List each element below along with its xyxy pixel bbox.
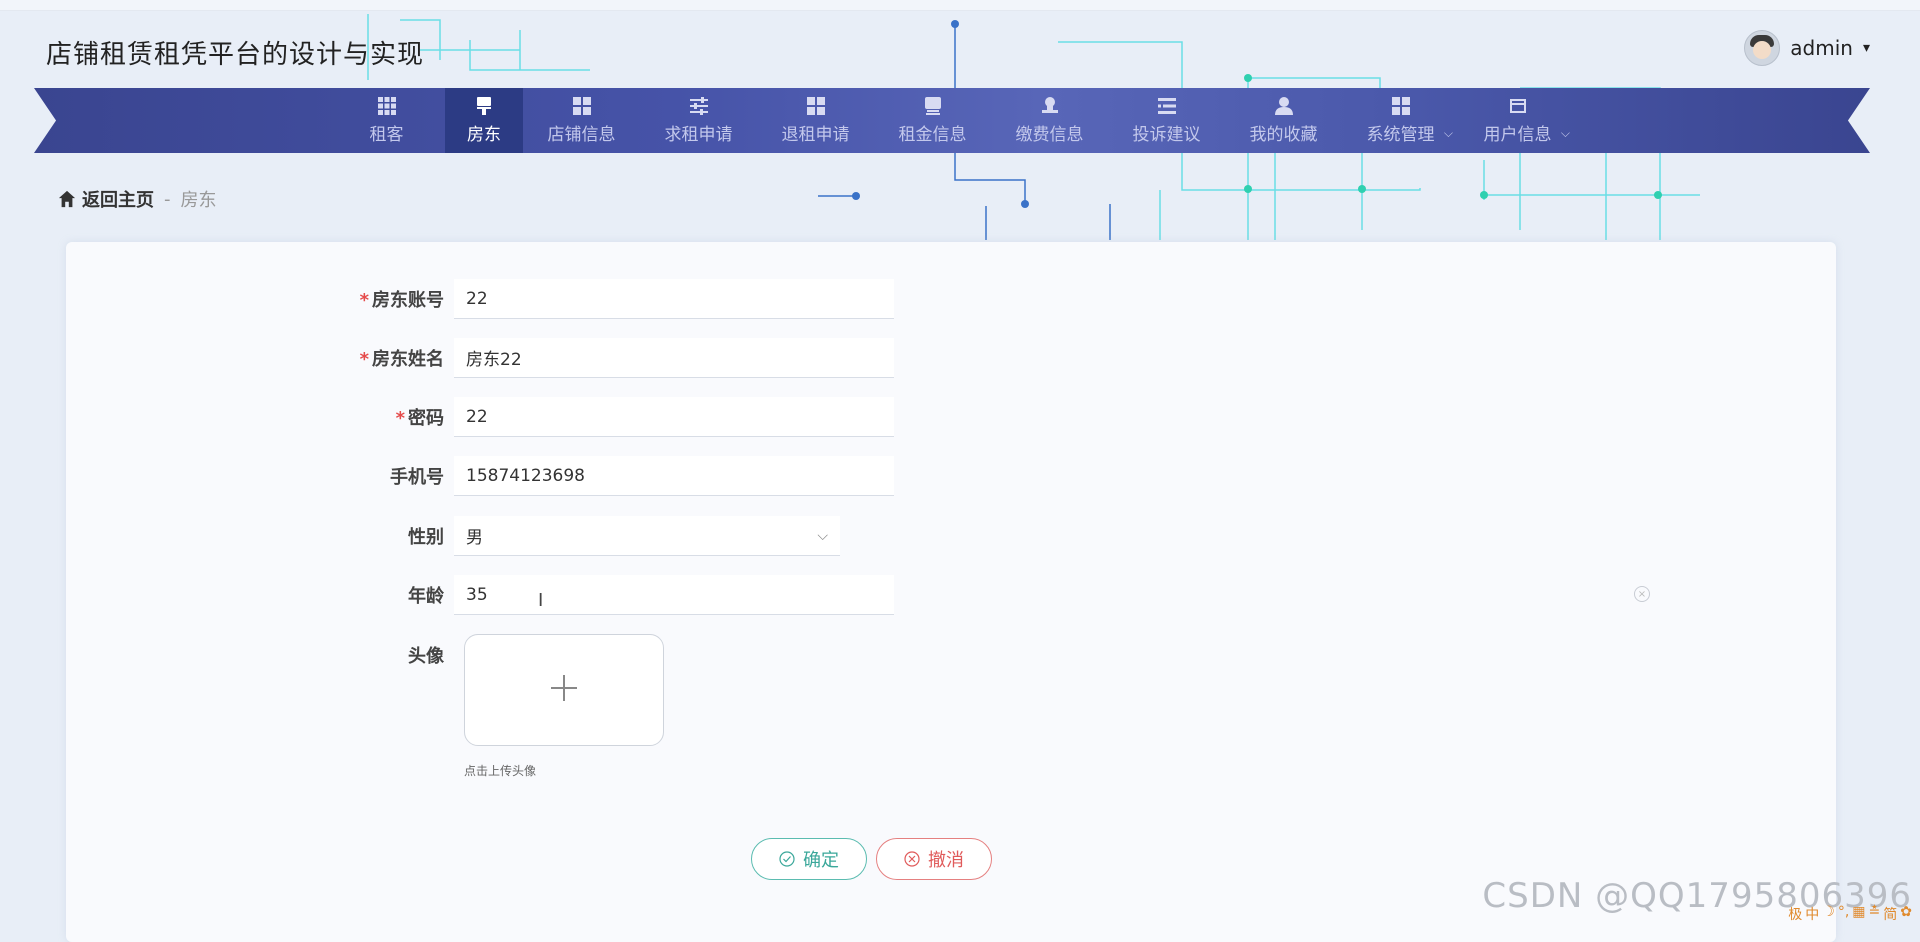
- required-mark: *: [395, 408, 405, 429]
- nav-item-label: 租客: [369, 125, 404, 145]
- gender-selected-value: 男: [466, 528, 483, 548]
- landlord-form-panel: *房东账号 *房东姓名 *密码 手机号 性别 男 ⌵ 年龄 头像 点击上传头像 …: [66, 242, 1836, 942]
- chevron-down-icon: ⌵: [817, 527, 828, 544]
- phone-label: 手机号: [390, 467, 444, 488]
- ime-toolbar: 极 中 ☽ °, ▦ ≛ 简 ✿: [1788, 904, 1912, 924]
- wallet-icon: [1508, 96, 1528, 116]
- nav-item-lease-termination[interactable]: 退租申请: [757, 88, 874, 153]
- user-name: admin: [1790, 36, 1853, 60]
- stamp-icon: [1040, 96, 1060, 116]
- nav-item-shop-info[interactable]: 店铺信息: [523, 88, 640, 153]
- nav-item-payment-info[interactable]: 缴费信息: [991, 88, 1108, 153]
- gender-label: 性别: [408, 527, 444, 548]
- tiles-icon: [806, 96, 826, 116]
- form-row-password: * 密码: [66, 396, 894, 438]
- nav-item-label: 求租申请: [664, 125, 733, 145]
- nav-item-landlord[interactable]: 房东: [445, 88, 523, 153]
- breadcrumb-separator: -: [164, 188, 171, 210]
- home-icon: [58, 190, 76, 208]
- nav-item-label: 店铺信息: [547, 125, 616, 145]
- close-circle-icon: [904, 851, 920, 867]
- form-row-age: 年龄: [66, 574, 894, 616]
- nav-item-rent-request[interactable]: 求租申请: [640, 88, 757, 153]
- ime-item[interactable]: ≛: [1869, 904, 1881, 924]
- nav-item-rent-info[interactable]: 租金信息: [874, 88, 991, 153]
- ime-item[interactable]: 简: [1883, 904, 1897, 924]
- user-icon: [1274, 96, 1294, 116]
- list-icon: [1157, 96, 1177, 116]
- password-input[interactable]: [454, 397, 894, 437]
- nav-item-tenant[interactable]: 租客: [328, 88, 445, 153]
- ime-item[interactable]: ▦: [1852, 904, 1865, 924]
- ime-item[interactable]: 中: [1805, 904, 1819, 924]
- apps-icon: [1391, 96, 1411, 116]
- top-strip: [0, 0, 1920, 11]
- brush-icon: [474, 96, 494, 116]
- grid-icon: [377, 96, 397, 116]
- required-mark: *: [359, 349, 369, 370]
- name-input[interactable]: [454, 338, 894, 378]
- form-row-account: * 房东账号: [66, 278, 894, 320]
- confirm-button[interactable]: 确定: [751, 838, 867, 880]
- nav-item-label: 缴费信息: [1015, 125, 1084, 145]
- sliders-icon: [689, 96, 709, 116]
- avatar-upload-button[interactable]: [464, 634, 664, 746]
- clear-circle-icon[interactable]: ×: [1634, 586, 1650, 602]
- ime-item[interactable]: 极: [1788, 904, 1802, 924]
- account-label: * 房东账号: [359, 290, 444, 311]
- site-title: 店铺租赁租凭平台的设计与实现: [46, 40, 425, 70]
- age-label: 年龄: [408, 586, 444, 607]
- monitor-icon: [923, 96, 943, 116]
- nav-item-label: 系统管理: [1366, 125, 1435, 145]
- cancel-button[interactable]: 撤消: [876, 838, 992, 880]
- form-row-gender: 性别 男 ⌵: [66, 515, 840, 557]
- check-circle-icon: [779, 851, 795, 867]
- nav-item-complaints[interactable]: 投诉建议: [1108, 88, 1225, 153]
- form-row-avatar: 头像: [66, 634, 454, 676]
- user-avatar: [1744, 30, 1781, 66]
- account-input[interactable]: [454, 279, 894, 319]
- nav-menu: 租客 房东 店铺信息 求租申请 退租申请 租金信息 缴费信息 投诉建议 我的收藏…: [328, 88, 1576, 153]
- user-menu[interactable]: admin ▾: [1744, 30, 1870, 66]
- caret-down-icon: ▾: [1862, 40, 1870, 56]
- nav-item-label: 租金信息: [898, 125, 967, 145]
- nav-item-label: 房东: [467, 125, 501, 145]
- plus-icon: [549, 673, 579, 707]
- breadcrumb-home-link[interactable]: 返回主页: [82, 186, 154, 212]
- ime-item[interactable]: °,: [1838, 904, 1849, 924]
- upload-hint: 点击上传头像: [464, 764, 537, 778]
- dashboard-icon: [572, 96, 592, 116]
- ime-item[interactable]: ✿: [1900, 904, 1912, 924]
- required-mark: *: [359, 290, 369, 311]
- name-label: * 房东姓名: [359, 349, 444, 370]
- form-row-phone: 手机号: [66, 455, 894, 497]
- phone-input[interactable]: [454, 456, 894, 496]
- nav-item-favorites[interactable]: 我的收藏: [1225, 88, 1342, 153]
- chevron-down-icon: ⌵: [1443, 126, 1453, 140]
- nav-item-user-info[interactable]: 用户信息 ⌵: [1459, 88, 1576, 153]
- text-cursor-icon: I: [538, 590, 544, 611]
- breadcrumb: 返回主页 - 房东: [58, 186, 217, 212]
- avatar-label: 头像: [408, 646, 444, 667]
- nav-item-system-management[interactable]: 系统管理 ⌵: [1342, 88, 1459, 153]
- nav-item-label: 投诉建议: [1132, 125, 1201, 145]
- breadcrumb-current: 房东: [180, 190, 217, 211]
- gender-select[interactable]: 男 ⌵: [454, 516, 840, 556]
- form-row-name: * 房东姓名: [66, 337, 894, 379]
- password-label: * 密码: [395, 408, 444, 429]
- age-input[interactable]: [454, 575, 894, 615]
- nav-item-label: 我的收藏: [1249, 125, 1318, 145]
- chevron-down-icon: ⌵: [1560, 126, 1570, 140]
- nav-item-label: 退租申请: [781, 125, 850, 145]
- nav-item-label: 用户信息: [1483, 125, 1552, 145]
- ime-item[interactable]: ☽: [1822, 904, 1835, 924]
